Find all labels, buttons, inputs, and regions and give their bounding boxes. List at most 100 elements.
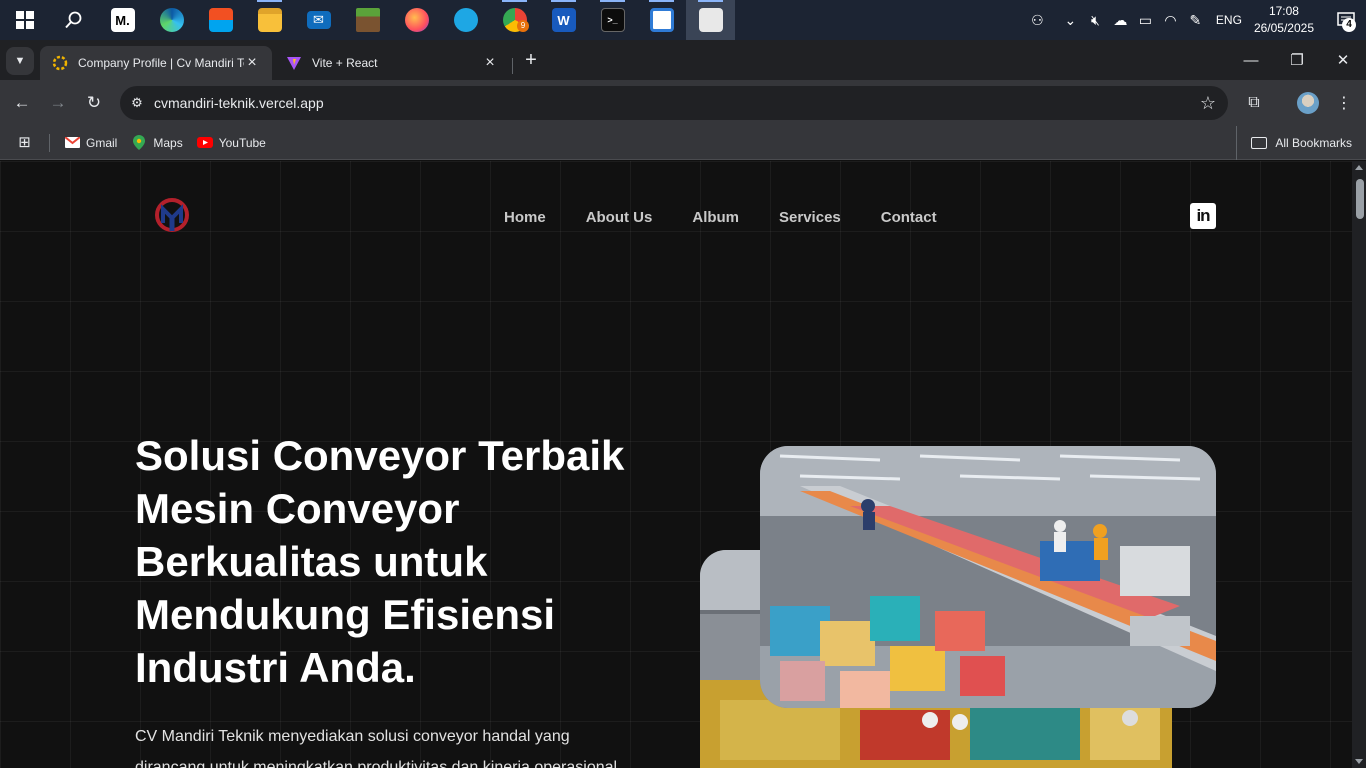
chrome-menu-button[interactable]: ⋮ bbox=[1330, 89, 1358, 117]
hero-description-line: dirancang untuk meningkatkan produktivit… bbox=[135, 759, 618, 768]
address-bar[interactable]: ⚙ cvmandiri-teknik.vercel.app ☆ bbox=[120, 86, 1228, 120]
bookmark-maps[interactable]: Maps bbox=[131, 135, 183, 151]
profile-avatar[interactable] bbox=[1297, 92, 1319, 114]
apps-grid-icon[interactable]: ⊞ bbox=[0, 133, 50, 152]
word-icon: W bbox=[551, 8, 576, 32]
taskbar-app-firefox[interactable] bbox=[392, 0, 441, 40]
minimize-icon: — bbox=[1243, 51, 1259, 69]
hero-title-line: Mesin Conveyor bbox=[135, 485, 460, 532]
terminal-icon: >_ bbox=[600, 8, 625, 32]
youtube-icon bbox=[196, 135, 213, 151]
volume-muted-icon[interactable]: 🔇︎ bbox=[1083, 0, 1108, 40]
system-tray: ⚇ ⌄ 🔇︎ ☁ ▭ ◠ ✎ ENG 17:08 26/05/2025 4 bbox=[1025, 0, 1366, 40]
wifi-icon[interactable]: ◠ bbox=[1158, 0, 1183, 40]
scroll-up-icon[interactable] bbox=[1355, 165, 1363, 170]
tab-vite-react[interactable]: Vite + React × bbox=[274, 46, 510, 80]
windows-taskbar: M. ✉ 9 W >_ ⚇ ⌄ 🔇︎ ☁ ▭ ◠ ✎ ENG 17:08 26/… bbox=[0, 0, 1366, 40]
page-viewport: Home About Us Album Services Contact in … bbox=[0, 161, 1352, 768]
close-window-button[interactable]: ✕ bbox=[1320, 40, 1366, 80]
url-text[interactable]: cvmandiri-teknik.vercel.app bbox=[154, 95, 1188, 111]
search-icon bbox=[64, 11, 81, 29]
tab-search-button[interactable]: ▼ bbox=[6, 47, 34, 75]
bookmark-star-icon[interactable]: ☆ bbox=[1188, 93, 1228, 114]
bookmarks-bar: ⊞ Gmail Maps YouTube All Bookmarks bbox=[0, 126, 1366, 160]
conveyor-line-image bbox=[760, 446, 1216, 708]
taskbar-app-medium[interactable]: M. bbox=[98, 0, 147, 40]
pen-icon[interactable]: ✎ bbox=[1183, 0, 1208, 40]
bookmark-label: YouTube bbox=[218, 135, 266, 150]
news-icon bbox=[649, 8, 674, 32]
restore-button[interactable]: ❐ bbox=[1274, 40, 1320, 80]
site-navigation: Home About Us Album Services Contact bbox=[504, 209, 937, 226]
chevron-down-icon: ▼ bbox=[14, 55, 26, 67]
tab-company-profile[interactable]: Company Profile | Cv Mandiri Te × bbox=[40, 46, 272, 80]
linkedin-icon[interactable]: in bbox=[1190, 203, 1216, 229]
hero-title-line: Industri Anda. bbox=[135, 644, 416, 691]
scroll-down-icon[interactable] bbox=[1355, 759, 1363, 764]
back-button[interactable]: ← bbox=[8, 89, 36, 117]
file-explorer-icon bbox=[257, 8, 282, 32]
people-icon[interactable]: ⚇ bbox=[1025, 0, 1050, 40]
bookmark-gmail[interactable]: Gmail bbox=[64, 135, 117, 151]
page-scrollbar[interactable] bbox=[1352, 161, 1366, 768]
clock[interactable]: 17:08 26/05/2025 bbox=[1252, 3, 1326, 37]
site-favicon-icon bbox=[52, 55, 68, 71]
nav-services-link[interactable]: Services bbox=[779, 209, 841, 226]
puzzle-icon: ⧉ bbox=[1248, 94, 1260, 111]
vite-favicon-icon bbox=[286, 55, 302, 71]
tab-title: Company Profile | Cv Mandiri Te bbox=[78, 56, 244, 70]
taskbar-app-minecraft[interactable] bbox=[343, 0, 392, 40]
chevron-up-icon[interactable]: ⌄ bbox=[1058, 0, 1083, 40]
taskbar-app-word[interactable]: W bbox=[539, 0, 588, 40]
arrow-left-icon: ← bbox=[13, 93, 31, 112]
all-bookmarks-button[interactable]: All Bookmarks bbox=[1236, 126, 1352, 160]
extensions-button[interactable]: ⧉ bbox=[1240, 89, 1268, 117]
scroll-thumb[interactable] bbox=[1356, 179, 1364, 219]
taskbar-app-chrome[interactable]: 9 bbox=[490, 0, 539, 40]
gmail-icon bbox=[64, 135, 80, 151]
taskbar-app-file-explorer[interactable] bbox=[245, 0, 294, 40]
maps-icon bbox=[131, 135, 147, 151]
bookmark-youtube[interactable]: YouTube bbox=[196, 135, 266, 151]
language-indicator[interactable]: ENG bbox=[1208, 13, 1252, 27]
tab-close-icon[interactable]: × bbox=[482, 54, 498, 72]
cloud-icon[interactable]: ☁ bbox=[1108, 0, 1133, 40]
browser-toolbar: ← → ↻ ⚙ cvmandiri-teknik.vercel.app ☆ ⧉ … bbox=[0, 80, 1366, 126]
notification-center-button[interactable]: 4 bbox=[1326, 0, 1366, 40]
clock-date: 26/05/2025 bbox=[1253, 21, 1314, 35]
forward-button[interactable]: → bbox=[44, 89, 72, 117]
search-button[interactable] bbox=[49, 0, 98, 40]
arrow-right-icon: → bbox=[49, 93, 67, 112]
hero-description: CV Mandiri Teknik menyediakan solusi con… bbox=[135, 721, 655, 768]
company-logo[interactable] bbox=[154, 197, 190, 233]
snipping-icon bbox=[698, 8, 723, 32]
app-icon bbox=[453, 8, 478, 32]
start-icon bbox=[15, 11, 34, 29]
more-vert-icon: ⋮ bbox=[1336, 95, 1352, 112]
browser-tab-strip: ▼ Company Profile | Cv Mandiri Te × Vite… bbox=[0, 40, 1366, 80]
taskbar-app-snipping[interactable] bbox=[686, 0, 735, 40]
battery-icon[interactable]: ▭ bbox=[1133, 0, 1158, 40]
taskbar-app-news[interactable] bbox=[637, 0, 686, 40]
medium-icon: M. bbox=[110, 8, 135, 32]
taskbar-app-edge[interactable] bbox=[147, 0, 196, 40]
new-tab-button[interactable]: + bbox=[520, 50, 542, 72]
bookmark-label: Gmail bbox=[86, 135, 118, 150]
hero-title: Solusi Conveyor Terbaik Mesin Conveyor B… bbox=[135, 429, 695, 694]
hero-title-line: Berkualitas untuk bbox=[135, 538, 488, 585]
taskbar-app-store[interactable] bbox=[196, 0, 245, 40]
all-bookmarks-label: All Bookmarks bbox=[1275, 136, 1352, 150]
nav-home-link[interactable]: Home bbox=[504, 209, 546, 226]
minimize-button[interactable]: — bbox=[1228, 40, 1274, 80]
reload-button[interactable]: ↻ bbox=[80, 89, 108, 117]
site-info-icon[interactable]: ⚙ bbox=[120, 95, 154, 111]
nav-contact-link[interactable]: Contact bbox=[881, 209, 937, 226]
nav-album-link[interactable]: Album bbox=[692, 209, 739, 226]
nav-about-link[interactable]: About Us bbox=[586, 209, 653, 226]
tab-close-icon[interactable]: × bbox=[244, 54, 260, 72]
taskbar-app-mail[interactable]: ✉ bbox=[294, 0, 343, 40]
taskbar-app-generic[interactable] bbox=[441, 0, 490, 40]
taskbar-app-terminal[interactable]: >_ bbox=[588, 0, 637, 40]
start-button[interactable] bbox=[0, 0, 49, 40]
bookmark-label: Maps bbox=[153, 135, 183, 150]
